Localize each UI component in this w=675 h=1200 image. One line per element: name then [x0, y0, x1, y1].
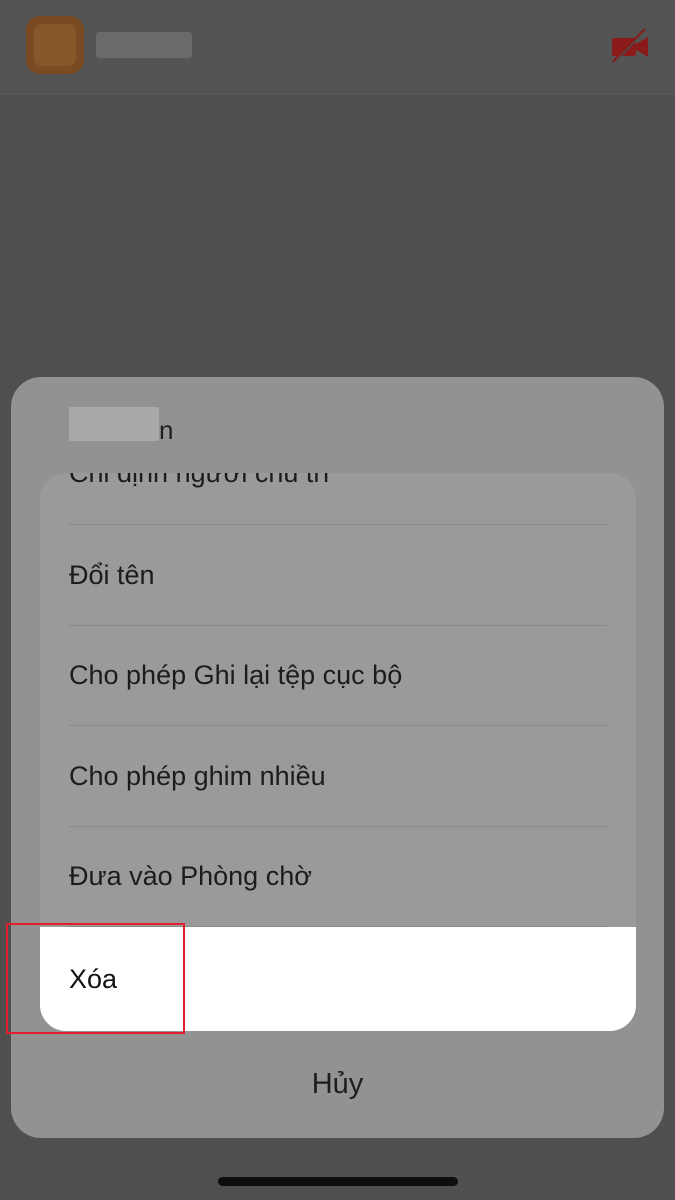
option-rename[interactable]: Đổi tên — [40, 525, 636, 625]
option-label: Cho phép ghim nhiều — [69, 760, 326, 791]
meeting-screen: n Chỉ định người chủ trì Đổi tên Cho phé… — [0, 0, 675, 1200]
option-allow-multi-pin[interactable]: Cho phép ghim nhiều — [40, 726, 636, 826]
option-label: Cho phép Ghi lại tệp cục bộ — [69, 659, 403, 690]
option-label: Đổi tên — [69, 559, 155, 590]
video-off-icon[interactable] — [609, 26, 651, 66]
option-make-host[interactable]: Chỉ định người chủ trì — [40, 473, 636, 523]
highlight-box — [6, 923, 185, 1034]
sheet-title-redacted — [69, 407, 159, 441]
option-allow-local-recording[interactable]: Cho phép Ghi lại tệp cục bộ — [40, 625, 636, 725]
participant-header — [0, 0, 675, 95]
cancel-button[interactable]: Hủy — [11, 1031, 664, 1138]
participant-name-redacted — [96, 32, 192, 58]
option-label: Chỉ định người chủ trì — [69, 473, 330, 489]
option-put-in-waiting-room[interactable]: Đưa vào Phòng chờ — [40, 826, 636, 926]
avatar — [26, 16, 84, 74]
sheet-title-tail: n — [159, 415, 174, 445]
cancel-label: Hủy — [311, 1068, 364, 1100]
option-label: Đưa vào Phòng chờ — [69, 860, 312, 891]
home-indicator[interactable] — [218, 1177, 458, 1186]
